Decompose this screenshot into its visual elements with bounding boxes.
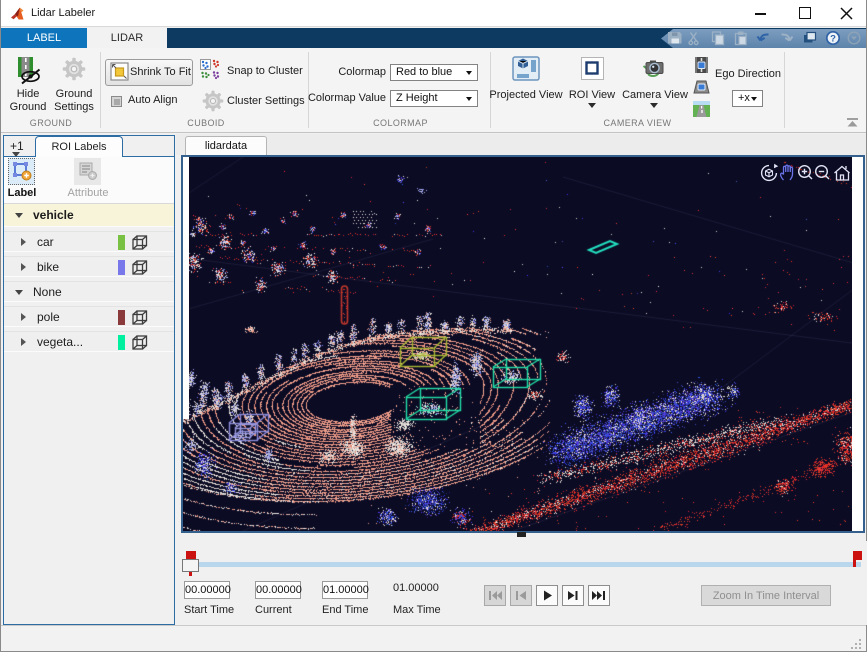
- svg-text:?: ?: [830, 34, 836, 45]
